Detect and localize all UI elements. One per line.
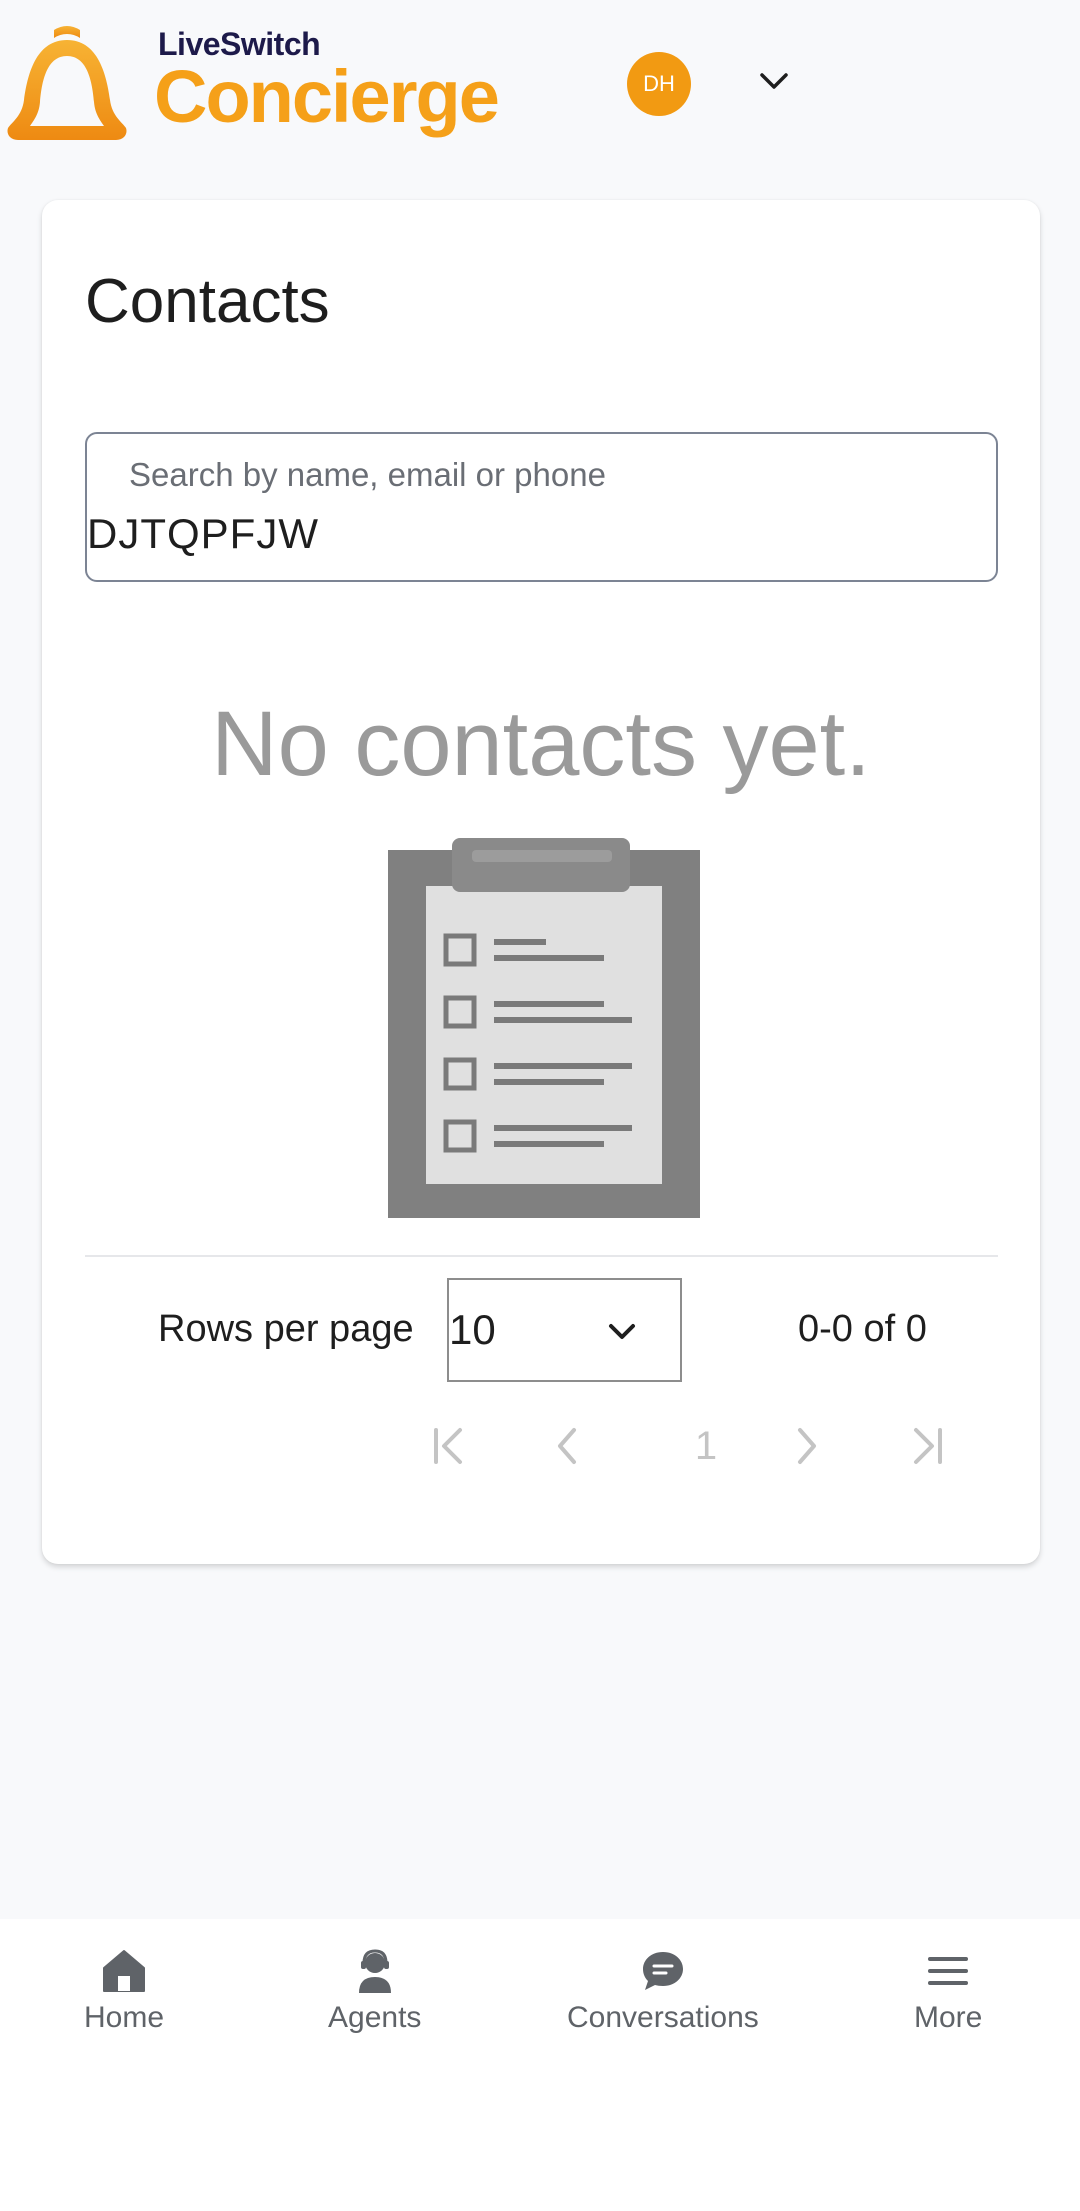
rows-per-page-select[interactable]: 10 (447, 1278, 682, 1382)
nav-item-agents[interactable]: Agents (328, 1947, 421, 2035)
last-page-button[interactable] (898, 1416, 958, 1476)
agent-headset-icon (358, 1949, 391, 1993)
contacts-card: Contacts Search by name, email or phone … (42, 200, 1040, 1564)
next-page-button[interactable] (776, 1416, 836, 1476)
nav-label-conversations: Conversations (567, 2001, 759, 2034)
bottom-navigation: Home Agents Conversations More (0, 1919, 1080, 2211)
nav-label-more: More (914, 2001, 983, 2034)
search-input-value[interactable]: DJTQPFJW (87, 510, 319, 558)
first-page-icon (434, 1428, 462, 1464)
search-input[interactable]: Search by name, email or phone DJTQPFJW (85, 432, 998, 582)
current-page-number[interactable]: 1 (676, 1416, 736, 1476)
nav-item-home[interactable]: Home (84, 1947, 164, 2035)
chat-bubble-icon (642, 1952, 683, 1990)
next-page-icon (798, 1428, 816, 1464)
rows-per-page-value: 10 (449, 1306, 496, 1353)
menu-icon (928, 1957, 969, 1985)
chevron-down-icon[interactable] (758, 70, 790, 94)
rows-per-page-label: Rows per page (158, 1308, 414, 1350)
page-title: Contacts (85, 267, 330, 336)
prev-page-icon (558, 1428, 576, 1464)
bell-logo-icon[interactable] (2, 22, 132, 144)
previous-page-button[interactable] (538, 1416, 598, 1476)
nav-item-more[interactable]: More (914, 1947, 982, 2035)
nav-label-agents: Agents (328, 2001, 422, 2034)
brand-main-text: Concierge (154, 55, 500, 138)
clipboard-checklist-icon (388, 838, 700, 1218)
search-input-label: Search by name, email or phone (129, 456, 606, 493)
last-page-icon (914, 1428, 942, 1464)
nav-item-conversations[interactable]: Conversations (567, 1947, 759, 2035)
app-header: LiveSwitch Concierge DH (0, 0, 1080, 170)
empty-state-message: No contacts yet. (211, 693, 871, 795)
nav-label-home: Home (84, 2001, 165, 2034)
chevron-down-icon (609, 1324, 635, 1339)
first-page-button[interactable] (418, 1416, 478, 1476)
pagination-range-text: 0-0 of 0 (798, 1308, 927, 1350)
home-icon (103, 1950, 146, 1992)
avatar[interactable]: DH (627, 52, 691, 116)
divider (85, 1255, 998, 1257)
